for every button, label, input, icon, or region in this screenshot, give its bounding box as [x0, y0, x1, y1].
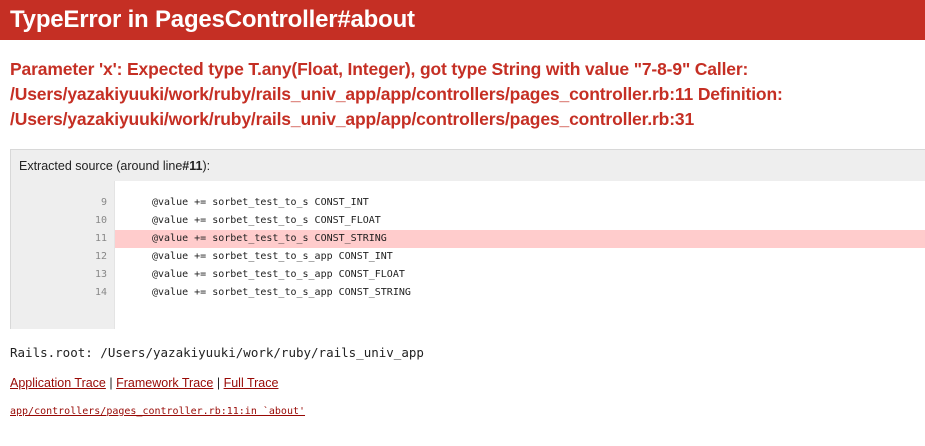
code-line: @value += sorbet_test_to_s_app CONST_INT — [152, 251, 393, 262]
error-message: Parameter 'x': Expected type T.any(Float… — [10, 59, 783, 129]
line-number: 12 — [94, 251, 107, 262]
extracted-source-panel: Extracted source (around line #11): 9 10 1… — [10, 149, 925, 329]
error-header: TypeError in PagesController#about — [0, 0, 925, 40]
line-number: 9 — [100, 197, 107, 208]
page-title: TypeError in PagesController#about — [10, 6, 415, 33]
trace-list: app/controllers/pages_controller.rb:11:i… — [10, 406, 305, 417]
trace-separator: | — [216, 376, 221, 390]
trace-tabs: Application Trace | Framework Trace | Fu… — [10, 376, 278, 390]
line-number: 10 — [94, 215, 107, 226]
highlighted-code-line: @value += sorbet_test_to_s CONST_STRING — [115, 230, 925, 248]
line-number: 11 — [94, 233, 107, 244]
line-number: 13 — [94, 269, 107, 280]
application-trace-link[interactable]: Application Trace — [10, 376, 106, 390]
rails-root: Rails.root: /Users/yazakiyuuki/work/ruby… — [10, 345, 424, 360]
source-title-suffix: ): — [202, 158, 211, 173]
code-line: @value += sorbet_test_to_s CONST_FLOAT — [152, 215, 381, 226]
extracted-source-title: Extracted source (around line #11): — [11, 150, 925, 181]
full-trace-link[interactable]: Full Trace — [224, 376, 279, 390]
code-line: @value += sorbet_test_to_s_app CONST_FLO… — [152, 269, 405, 280]
trace-separator: | — [109, 376, 113, 390]
source-title-prefix: Extracted source (around line — [19, 158, 183, 173]
trace-entry-link[interactable]: app/controllers/pages_controller.rb:11:i… — [10, 406, 305, 417]
code-lines: @value += sorbet_test_to_s CONST_INT @val… — [115, 181, 925, 329]
framework-trace-link[interactable]: Framework Trace — [116, 376, 213, 390]
line-number-gutter: 9 10 11 12 13 14 — [11, 181, 115, 329]
line-number: 14 — [94, 287, 107, 298]
code-line: @value += sorbet_test_to_s_app CONST_STR… — [152, 287, 411, 298]
source-code-area: 9 10 11 12 13 14 @value += sorbet_test_to_s C… — [11, 181, 925, 329]
source-title-line: #11 — [182, 158, 203, 173]
code-line: @value += sorbet_test_to_s CONST_INT — [152, 197, 369, 208]
